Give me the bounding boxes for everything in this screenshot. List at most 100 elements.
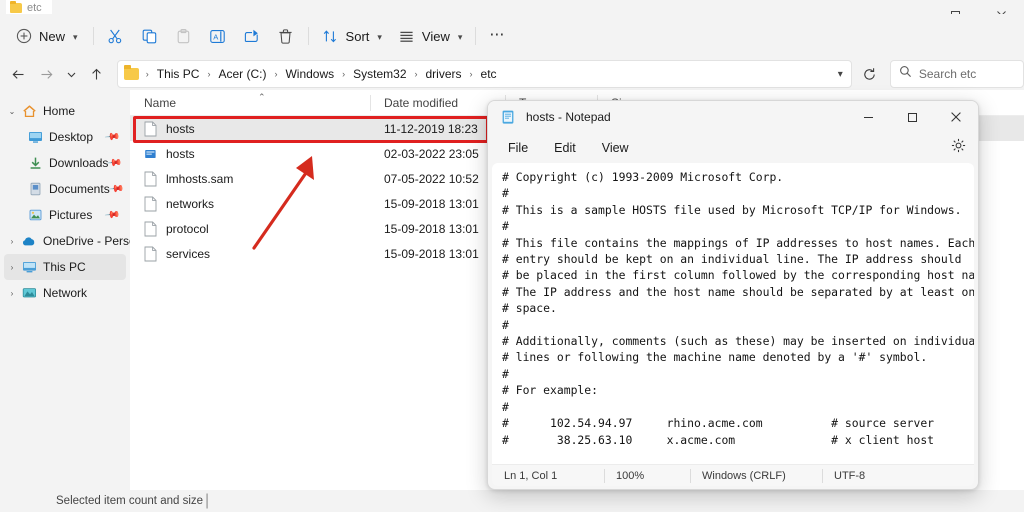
line-ending[interactable]: Windows (CRLF) — [690, 468, 822, 483]
share-icon — [243, 27, 261, 45]
file-name-cell: protocol — [130, 221, 370, 237]
refresh-button[interactable] — [856, 60, 884, 88]
delete-button[interactable] — [269, 20, 303, 52]
settings-button[interactable] — [951, 138, 966, 158]
column-header-name[interactable]: Name ⌃ — [130, 90, 370, 116]
sidebar-item-this-pc[interactable]: › This PC — [4, 254, 126, 280]
pin-icon-desktop[interactable]: 📌 — [103, 129, 120, 145]
sidebar-label-documents: Documents — [49, 182, 110, 196]
paste-icon — [175, 27, 193, 45]
share-button[interactable] — [235, 20, 269, 52]
notepad-text-area[interactable]: # Copyright (c) 1993-2009 Microsoft Corp… — [492, 163, 974, 465]
command-bar: New ▾ A Sort ▾ View ▾ ⋯ — [0, 14, 1024, 58]
notepad-close-button[interactable] — [934, 101, 978, 133]
pin-icon-documents[interactable]: 📌 — [108, 181, 125, 197]
text-line: # The IP address and the host name shoul… — [502, 284, 974, 299]
breadcrumb-separator-3: › — [342, 69, 346, 79]
view-icon — [398, 27, 416, 45]
sort-button[interactable]: Sort ▾ — [314, 20, 390, 52]
text-line: # entry should be kept on an individual … — [502, 252, 962, 267]
pin-icon-pictures[interactable]: 📌 — [103, 207, 120, 223]
menu-item-file[interactable]: File — [498, 137, 538, 159]
notepad-maximize-button[interactable] — [890, 101, 934, 133]
sidebar-item-home[interactable]: ⌄ Home — [4, 98, 126, 124]
text-line: # lines or following the machine name de… — [502, 350, 928, 365]
zoom-level[interactable]: 100% — [604, 468, 690, 483]
chevron-down-icon: ▾ — [73, 31, 78, 42]
paste-button[interactable] — [167, 20, 201, 52]
sidebar-item-onedrive[interactable]: › OneDrive - Personal — [4, 228, 152, 254]
file-date-cell: 15-09-2018 13:01 — [384, 246, 479, 261]
file-name-label: protocol — [166, 221, 209, 236]
copy-icon — [141, 27, 159, 45]
network-icon — [20, 285, 38, 301]
blank-file-icon — [144, 246, 157, 262]
column-header-date-modified[interactable]: Date modified — [370, 90, 505, 116]
file-name-cell: hosts — [130, 121, 370, 137]
notepad-caption-buttons — [846, 101, 978, 133]
sidebar-label-home: Home — [43, 104, 76, 118]
encoding[interactable]: UTF-8 — [822, 468, 877, 483]
back-button[interactable] — [4, 59, 32, 89]
notepad-menu-bar: File Edit View — [488, 133, 978, 163]
breadcrumb-this-pc[interactable]: This PC — [153, 67, 204, 81]
sidebar-item-documents[interactable]: Documents 📌 — [4, 176, 126, 202]
chevron-right-icon-onedrive[interactable]: › — [4, 237, 20, 246]
see-more-button[interactable]: ⋯ — [481, 20, 514, 52]
file-name-label: lmhosts.sam — [166, 171, 234, 186]
file-date-cell: 11-12-2019 18:23 — [384, 121, 478, 136]
gear-icon — [951, 138, 966, 158]
pin-icon-downloads[interactable]: 📌 — [106, 155, 123, 171]
view-button-label: View — [421, 28, 450, 44]
chevron-right-icon-network[interactable]: › — [4, 289, 20, 298]
breadcrumb-etc[interactable]: etc — [477, 67, 501, 81]
view-button[interactable]: View ▾ — [390, 20, 470, 52]
menu-item-view[interactable]: View — [592, 137, 639, 159]
breadcrumb[interactable]: › This PC › Acer (C:) › Windows › System… — [116, 60, 852, 88]
sidebar-item-desktop[interactable]: Desktop 📌 — [4, 124, 126, 150]
file-name-cell: services — [130, 246, 370, 262]
cut-button[interactable] — [99, 20, 133, 52]
tab-etc[interactable]: etc — [6, 0, 52, 14]
sidebar-item-downloads[interactable]: Downloads 📌 — [4, 150, 126, 176]
navigation-pane: ⌄ Home Desktop 📌 Downloads 📌 Documents 📌… — [0, 90, 152, 490]
blank-file-icon — [144, 171, 157, 187]
file-name-label: hosts — [166, 146, 195, 161]
breadcrumb-drivers[interactable]: drivers — [422, 67, 466, 81]
notepad-icon — [500, 109, 516, 125]
breadcrumb-acer-c[interactable]: Acer (C:) — [214, 67, 270, 81]
up-button[interactable] — [83, 59, 111, 89]
new-button[interactable]: New ▾ — [8, 20, 88, 52]
notepad-title-bar[interactable]: hosts - Notepad — [488, 101, 978, 133]
search-input[interactable]: Search etc — [889, 60, 1024, 88]
text-line: # This is a sample HOSTS file used by Mi… — [502, 202, 962, 217]
recent-locations-button[interactable] — [60, 59, 82, 89]
scissors-icon — [107, 27, 125, 45]
trash-icon — [277, 27, 295, 45]
menu-item-edit[interactable]: Edit — [544, 137, 586, 159]
sidebar-item-network[interactable]: › Network — [4, 280, 126, 306]
new-button-label: New — [39, 28, 66, 44]
cursor-position: Ln 1, Col 1 — [504, 469, 558, 482]
chevron-down-icon-address[interactable]: ▾ — [838, 69, 845, 80]
sidebar-item-pictures[interactable]: Pictures 📌 — [4, 202, 126, 228]
breadcrumb-separator-1: › — [207, 69, 211, 79]
breadcrumb-system32[interactable]: System32 — [349, 67, 410, 81]
sidebar-label-pictures: Pictures — [49, 208, 93, 222]
chevron-right-icon-this-pc[interactable]: › — [4, 263, 20, 272]
notepad-minimize-button[interactable] — [846, 101, 890, 133]
text-line: # be placed in the first column followed… — [502, 268, 974, 283]
forward-button[interactable] — [32, 59, 60, 89]
text-line: # For example: — [502, 383, 599, 398]
address-bar: › This PC › Acer (C:) › Windows › System… — [0, 58, 1024, 90]
chevron-down-icon-view: ▾ — [457, 31, 463, 42]
sort-ascending-icon: ⌃ — [258, 91, 266, 102]
text-line — [502, 448, 974, 464]
rename-button[interactable]: A — [201, 20, 235, 52]
text-line: # Copyright (c) 1993-2009 Microsoft Corp… — [502, 170, 784, 184]
chevron-down-icon-home[interactable]: ⌄ — [4, 107, 20, 116]
rename-icon: A — [209, 27, 227, 45]
copy-button[interactable] — [133, 20, 167, 52]
breadcrumb-windows[interactable]: Windows — [281, 67, 338, 81]
notepad-title-text: hosts - Notepad — [526, 110, 611, 124]
